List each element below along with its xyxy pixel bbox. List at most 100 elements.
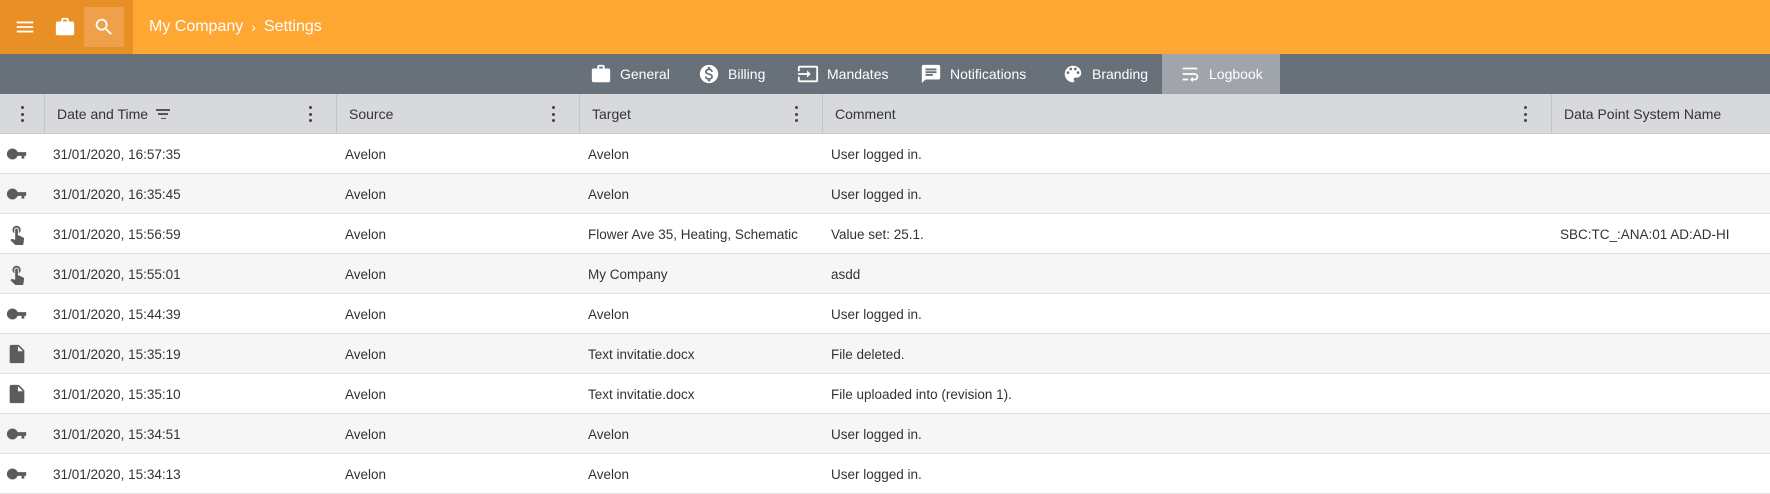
table-row[interactable]: 31/01/2020, 15:56:59 Avelon Flower Ave 35,…	[0, 214, 1770, 254]
cell-source: Avelon	[345, 266, 387, 282]
row-type-icon-cell	[4, 294, 30, 334]
more-vert-icon[interactable]	[308, 106, 312, 122]
top-bar: My Company › Settings	[0, 0, 1770, 54]
search-button[interactable]	[84, 7, 124, 47]
table-row[interactable]: 31/01/2020, 16:57:35 Avelon Avelon User log…	[0, 134, 1770, 174]
tab-label: Billing	[728, 66, 766, 82]
breadcrumb-settings: Settings	[263, 18, 322, 35]
cell-comment: File uploaded into (revision 1).	[831, 386, 1012, 402]
key-icon	[6, 468, 27, 480]
cell-target: Avelon	[588, 426, 630, 442]
cell-target: Flower Ave 35, Heating, Schematic	[588, 226, 798, 242]
column-comment[interactable]: Comment	[823, 94, 1552, 134]
row-actions-column[interactable]	[0, 94, 45, 134]
table-header: Date and Time Source Target Comment Data…	[0, 94, 1770, 134]
more-vert-icon[interactable]	[551, 106, 555, 122]
tab-billing[interactable]: Billing	[698, 54, 765, 94]
column-label: Source	[349, 106, 394, 122]
tab-mandates[interactable]: Mandates	[797, 54, 888, 94]
chat-icon	[921, 64, 941, 84]
column-label: Comment	[835, 106, 896, 122]
cell-datetime: 31/01/2020, 15:56:59	[53, 226, 181, 242]
table-row[interactable]: 31/01/2020, 16:35:45 Avelon Avelon User log…	[0, 174, 1770, 214]
menu-button[interactable]	[5, 7, 45, 47]
briefcase-icon	[55, 17, 75, 36]
cell-comment: User logged in.	[831, 426, 922, 442]
table-row[interactable]: 31/01/2020, 15:35:19 Avelon Text invitatie…	[0, 334, 1770, 374]
key-icon	[6, 148, 27, 160]
more-vert-icon[interactable]	[1523, 106, 1527, 122]
cell-datetime: 31/01/2020, 15:34:51	[53, 426, 181, 442]
cell-datetime: 31/01/2020, 15:35:19	[53, 346, 181, 362]
row-type-icon-cell	[4, 454, 30, 494]
dollar-circle-icon	[699, 64, 719, 84]
tab-notifications[interactable]: Notifications	[920, 54, 1026, 94]
tab-logbook[interactable]: Logbook	[1162, 54, 1280, 94]
cell-target: Text invitatie.docx	[588, 346, 695, 362]
cell-target: My Company	[588, 266, 668, 282]
touch-icon	[10, 225, 25, 245]
column-dp-system-name[interactable]: Data Point System Name	[1552, 94, 1770, 134]
menu-icon	[16, 21, 34, 33]
cell-source: Avelon	[345, 306, 387, 322]
cell-dp: SBC:TC_:ANA:01 AD:AD-HI	[1560, 226, 1730, 242]
cell-datetime: 31/01/2020, 16:35:45	[53, 186, 181, 202]
column-datetime[interactable]: Date and Time	[45, 94, 337, 134]
briefcase-icon	[591, 64, 611, 83]
row-type-icon-cell	[4, 174, 30, 214]
briefcase-button[interactable]	[45, 7, 85, 47]
key-icon	[6, 428, 27, 440]
cell-datetime: 31/01/2020, 16:57:35	[53, 146, 181, 162]
cell-comment: User logged in.	[831, 186, 922, 202]
column-target[interactable]: Target	[580, 94, 823, 134]
cell-source: Avelon	[345, 426, 387, 442]
tab-label: General	[620, 66, 670, 82]
column-source[interactable]: Source	[337, 94, 580, 134]
palette-icon	[1064, 65, 1082, 83]
row-type-icon-cell	[4, 334, 30, 374]
row-type-icon-cell	[4, 254, 30, 294]
cell-target: Avelon	[588, 186, 630, 202]
wrap-text-icon	[1182, 67, 1199, 83]
row-type-icon-cell	[4, 134, 30, 174]
more-vert-icon[interactable]	[20, 106, 24, 122]
cell-source: Avelon	[345, 466, 387, 482]
cell-target: Avelon	[588, 466, 630, 482]
cell-datetime: 31/01/2020, 15:34:13	[53, 466, 181, 482]
table-row[interactable]: 31/01/2020, 15:35:10 Avelon Text invitatie…	[0, 374, 1770, 414]
row-type-icon-cell	[4, 374, 30, 414]
table-row[interactable]: 31/01/2020, 15:44:39 Avelon Avelon User log…	[0, 294, 1770, 334]
cell-target: Avelon	[588, 306, 630, 322]
row-type-icon-cell	[4, 414, 30, 454]
column-label: Data Point System Name	[1564, 106, 1722, 122]
tab-general[interactable]: General	[590, 54, 670, 94]
tab-label: Notifications	[950, 66, 1027, 82]
table-row[interactable]: 31/01/2020, 15:34:13 Avelon Avelon User log…	[0, 454, 1770, 494]
more-vert-icon[interactable]	[794, 106, 798, 122]
sort-icon[interactable]	[156, 109, 171, 119]
cell-source: Avelon	[345, 386, 387, 402]
tab-label: Mandates	[827, 66, 889, 82]
tab-branding[interactable]: Branding	[1062, 54, 1148, 94]
search-icon	[95, 18, 112, 35]
breadcrumb-company[interactable]: My Company	[149, 18, 243, 36]
top-bar-actions	[0, 0, 133, 54]
cell-comment: File deleted.	[831, 346, 905, 362]
column-label: Target	[592, 106, 631, 122]
cell-source: Avelon	[345, 226, 387, 242]
arrow-box-icon	[797, 65, 819, 83]
file-icon	[9, 344, 25, 364]
cell-comment: User logged in.	[831, 466, 922, 482]
key-icon	[6, 188, 27, 200]
key-icon	[6, 308, 27, 320]
cell-datetime: 31/01/2020, 15:44:39	[53, 306, 181, 322]
row-type-icon-cell	[4, 214, 30, 254]
table-row[interactable]: 31/01/2020, 15:34:51 Avelon Avelon User log…	[0, 414, 1770, 454]
cell-comment: Value set: 25.1.	[831, 226, 924, 242]
table-row[interactable]: 31/01/2020, 15:55:01 Avelon My Company asdd	[0, 254, 1770, 294]
tab-bar: General Billing Mandates Notifications B…	[0, 54, 1770, 94]
cell-datetime: 31/01/2020, 15:35:10	[53, 386, 181, 402]
tab-label: Branding	[1092, 66, 1149, 82]
breadcrumb: My Company › Settings	[149, 0, 322, 54]
file-icon	[9, 384, 25, 404]
